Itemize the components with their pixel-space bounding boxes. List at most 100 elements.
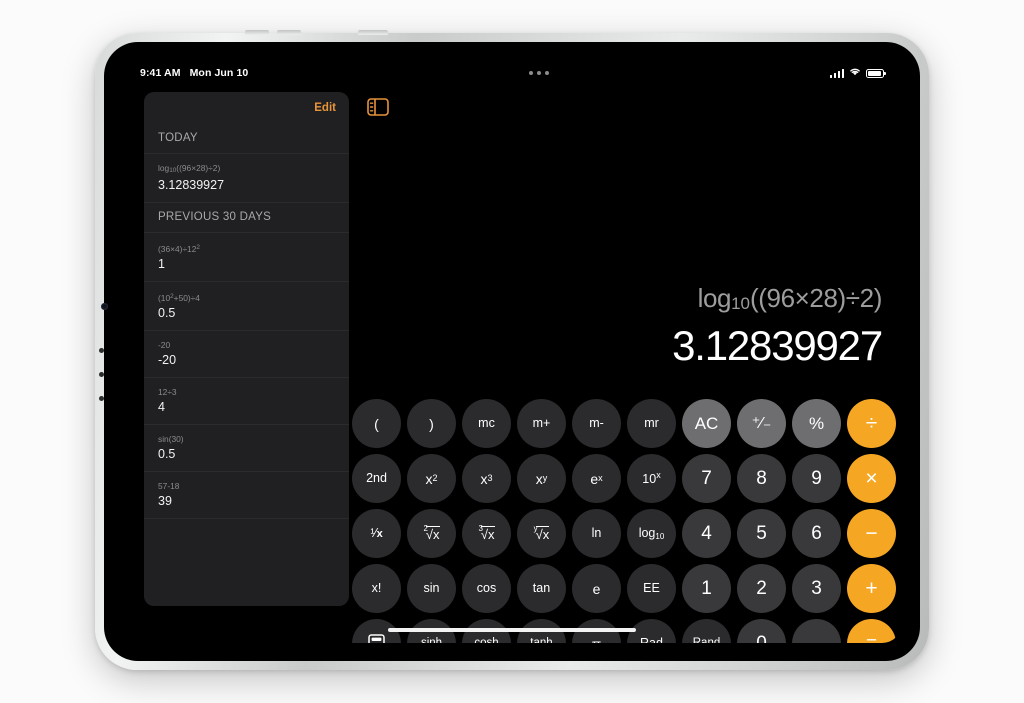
key-log-base-10[interactable]: log10 — [627, 509, 676, 558]
front-camera — [101, 303, 108, 310]
keypad-row: 2nd x 2 x 3 x y e x 10x 7 8 9 × — [352, 454, 899, 503]
history-expression: (36×4)÷122 — [158, 244, 200, 254]
wifi-icon — [849, 67, 861, 79]
battery-icon — [866, 68, 886, 78]
calculator-keypad: () mc m+ m-mr AC ⁺⁄₋% ÷ 2nd x 2 x 3 x y e x 10x 7 8 9 × ¹⁄x 2 √… — [352, 399, 899, 643]
history-value: 3.12839927 — [158, 178, 225, 192]
key-square-root[interactable]: 2 √x — [407, 509, 456, 558]
sidebar-header: Edit — [144, 92, 349, 124]
key-equals[interactable]: = — [847, 619, 896, 643]
key-digit-5[interactable]: 5 — [737, 509, 786, 558]
history-expression: (102+50)÷4 — [158, 293, 200, 303]
key-paren-open[interactable]: ( — [352, 399, 401, 448]
key-paren-close[interactable]: ) — [407, 399, 456, 448]
key-second-function[interactable]: 2nd — [352, 454, 401, 503]
key-random-number[interactable]: Rand — [682, 619, 731, 643]
sidebar-toggle-icon — [367, 98, 389, 116]
key-ten-power-x[interactable]: 10x — [627, 454, 676, 503]
display-result: 3.12839927 — [672, 322, 883, 369]
key-add[interactable]: + — [847, 564, 896, 613]
key-e-power-x[interactable]: ex — [572, 454, 621, 503]
calculator-main: log10((96×28)÷2) 3.12839927 () mc m+ m-mr AC… — [349, 86, 902, 643]
key-digit-0[interactable]: 0 — [737, 619, 786, 643]
keypad-row: x! sin cos tan e EE 1 2 3 + — [352, 564, 899, 613]
key-digit-8[interactable]: 8 — [737, 454, 786, 503]
key-memory-add[interactable]: m+ — [517, 399, 566, 448]
history-expression: log10((96×28)÷2) — [158, 163, 221, 174]
history-item[interactable]: 57-18 39 — [144, 471, 349, 518]
smart-connector-pin — [99, 348, 104, 353]
key-decimal-point[interactable]: . — [792, 619, 841, 643]
history-value: 0.5 — [158, 306, 176, 320]
key-sign-toggle[interactable]: ⁺⁄₋ — [737, 399, 786, 448]
keypad-row: () mc m+ m-mr AC ⁺⁄₋% ÷ — [352, 399, 899, 448]
key-x-cubed[interactable]: x3 — [462, 454, 511, 503]
history-value: 39 — [158, 494, 172, 508]
status-bar-left: 9:41 AM Mon Jun 10 — [140, 67, 248, 79]
key-exponent-entry[interactable]: EE — [627, 564, 676, 613]
history-expression: 57-18 — [158, 481, 180, 491]
history-sidebar: Edit TODAY log10((96×28)÷2) 3.12839927 P… — [144, 92, 349, 606]
history-value: 0.5 — [158, 447, 176, 461]
key-memory-sub[interactable]: m- — [572, 399, 621, 448]
history-value: -20 — [158, 353, 177, 367]
history-expression: -20 — [158, 340, 171, 350]
home-indicator[interactable] — [388, 628, 636, 632]
key-sine[interactable]: sin — [407, 564, 456, 613]
section-header-today: TODAY — [158, 132, 198, 144]
ipad-screen: 9:41 AM Mon Jun 10 Edit TODAY log10((96×… — [122, 60, 902, 643]
key-digit-4[interactable]: 4 — [682, 509, 731, 558]
status-bar: 9:41 AM Mon Jun 10 — [122, 60, 902, 86]
key-reciprocal[interactable]: ¹⁄x — [352, 509, 401, 558]
history-item[interactable]: sin(30) 0.5 — [144, 424, 349, 471]
status-time: 9:41 AM — [140, 67, 181, 79]
key-multiply[interactable]: × — [847, 454, 896, 503]
volume-up-button[interactable] — [245, 30, 269, 35]
key-factorial[interactable]: x! — [352, 564, 401, 613]
status-date: Mon Jun 10 — [189, 67, 249, 79]
key-natural-log[interactable]: ln — [572, 509, 621, 558]
key-x-power-y[interactable]: xy — [517, 454, 566, 503]
power-button[interactable] — [358, 30, 388, 35]
key-percent[interactable]: % — [792, 399, 841, 448]
key-digit-2[interactable]: 2 — [737, 564, 786, 613]
key-x-squared[interactable]: x2 — [407, 454, 456, 503]
volume-down-button[interactable] — [277, 30, 301, 35]
more-dots-icon[interactable] — [528, 71, 549, 75]
smart-connector-pin — [99, 396, 104, 401]
key-digit-7[interactable]: 7 — [682, 454, 731, 503]
key-cube-root[interactable]: 3 √x — [462, 509, 511, 558]
history-item[interactable]: log10((96×28)÷2) 3.12839927 — [144, 153, 349, 202]
key-all-clear[interactable]: AC — [682, 399, 731, 448]
screenshot-stage: 9:41 AM Mon Jun 10 Edit TODAY log10((96×… — [0, 0, 1024, 703]
key-digit-6[interactable]: 6 — [792, 509, 841, 558]
calculator-display: log10((96×28)÷2) 3.12839927 — [362, 282, 883, 370]
key-tangent[interactable]: tan — [517, 564, 566, 613]
key-euler-constant[interactable]: e — [572, 564, 621, 613]
section-header-previous-30-days: PREVIOUS 30 DAYS — [144, 202, 349, 232]
key-digit-1[interactable]: 1 — [682, 564, 731, 613]
history-expression: sin(30) — [158, 434, 184, 444]
key-memory-clear[interactable]: mc — [462, 399, 511, 448]
history-value: 4 — [158, 400, 165, 414]
smart-connector-pin — [99, 372, 104, 377]
history-item[interactable]: -20 -20 — [144, 330, 349, 377]
calculator-icon — [368, 633, 385, 643]
sidebar-toggle-button[interactable] — [367, 98, 389, 116]
history-item[interactable]: 12÷3 4 — [144, 377, 349, 424]
sidebar-empty-space — [144, 518, 349, 606]
key-divide[interactable]: ÷ — [847, 399, 896, 448]
edit-button[interactable]: Edit — [314, 102, 336, 114]
key-nth-root[interactable]: y √x — [517, 509, 566, 558]
key-memory-recall[interactable]: mr — [627, 399, 676, 448]
history-item[interactable]: (36×4)÷122 1 — [144, 232, 349, 281]
history-item[interactable]: (102+50)÷4 0.5 — [144, 281, 349, 330]
display-expression: log10((96×28)÷2) — [697, 283, 883, 313]
key-digit-9[interactable]: 9 — [792, 454, 841, 503]
cellular-signal-icon — [829, 68, 844, 78]
key-cosine[interactable]: cos — [462, 564, 511, 613]
history-value: 1 — [158, 257, 165, 271]
key-subtract[interactable]: − — [847, 509, 896, 558]
keypad-row: ¹⁄x 2 √x 3 √x y √x ln log10 4 5 6− — [352, 509, 899, 558]
key-digit-3[interactable]: 3 — [792, 564, 841, 613]
